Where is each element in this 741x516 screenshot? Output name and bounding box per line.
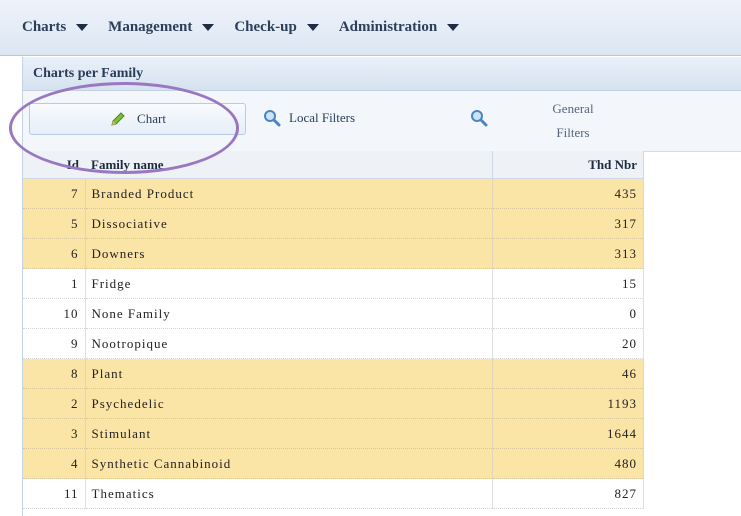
cell-thd-nbr: 313 <box>492 238 644 269</box>
cell-family-name: Psychedelic <box>85 388 493 419</box>
cell-thd-nbr: 20 <box>492 328 644 359</box>
cell-id: 8 <box>23 358 86 389</box>
caret-down-icon <box>447 24 460 31</box>
table-row[interactable]: 10 None Family 0 <box>23 298 644 329</box>
cell-family-name: Stimulant <box>85 418 493 449</box>
menu-administration-label: Administration <box>338 19 438 35</box>
cell-id: 10 <box>23 298 86 329</box>
cell-family-name: Dissociative <box>85 208 493 239</box>
cell-thd-nbr: 1644 <box>492 418 644 449</box>
general-filters-button[interactable]: General Filters <box>543 97 603 145</box>
charts-per-family-panel: Charts per Family Chart Local Filters Ge… <box>22 57 741 516</box>
cell-thd-nbr: 317 <box>492 208 644 239</box>
cell-id: 11 <box>23 478 86 509</box>
cell-id: 6 <box>23 238 86 269</box>
cell-family-name: Plant <box>85 358 493 389</box>
cell-family-name: Synthetic Cannabinoid <box>85 448 493 479</box>
family-table: Id Family name Thd Nbr 7 Branded Product 4… <box>23 151 644 509</box>
cell-family-name: Downers <box>85 238 493 269</box>
column-header-id[interactable]: Id <box>23 151 85 179</box>
table-row[interactable]: 9 Nootropique 20 <box>23 328 644 359</box>
cell-family-name: Branded Product <box>85 178 493 209</box>
local-filters-label: Local Filters <box>289 110 356 125</box>
menu-administration[interactable]: Administration <box>338 19 460 36</box>
toolbar: Chart Local Filters General Filters <box>23 91 741 152</box>
table-row[interactable]: 7 Branded Product 435 <box>23 178 644 209</box>
cell-thd-nbr: 0 <box>492 298 644 329</box>
table-row[interactable]: 1 Fridge 15 <box>23 268 644 299</box>
table-row[interactable]: 11 Thematics 827 <box>23 478 644 509</box>
table-row[interactable]: 2 Psychedelic 1193 <box>23 388 644 419</box>
search-icon <box>471 110 488 127</box>
menu-checkup-label: Check-up <box>234 19 297 35</box>
local-filters-button[interactable]: Local Filters <box>263 109 355 127</box>
menu-management-label: Management <box>108 19 193 35</box>
general-filters-icon-button[interactable] <box>470 109 488 132</box>
table-row[interactable]: 8 Plant 46 <box>23 358 644 389</box>
table-row[interactable]: 5 Dissociative 317 <box>23 208 644 239</box>
cell-id: 4 <box>23 448 86 479</box>
caret-down-icon <box>202 24 215 31</box>
menu-checkup[interactable]: Check-up <box>234 19 319 36</box>
panel-title: Charts per Family <box>23 57 741 91</box>
general-filters-label-line1: General <box>552 101 594 116</box>
cell-family-name: Thematics <box>85 478 493 509</box>
cell-family-name: None Family <box>85 298 493 329</box>
cell-id: 5 <box>23 208 86 239</box>
table-row[interactable]: 6 Downers 313 <box>23 238 644 269</box>
table-body: 7 Branded Product 435 5 Dissociative 317 6 Down… <box>23 178 644 509</box>
cell-thd-nbr: 46 <box>492 358 644 389</box>
cell-id: 1 <box>23 268 86 299</box>
pencil-icon <box>111 112 125 126</box>
cell-id: 2 <box>23 388 86 419</box>
table-row[interactable]: 3 Stimulant 1644 <box>23 418 644 449</box>
table-row[interactable]: 4 Synthetic Cannabinoid 480 <box>23 448 644 479</box>
cell-family-name: Nootropique <box>85 328 493 359</box>
cell-id: 7 <box>23 178 86 209</box>
cell-thd-nbr: 15 <box>492 268 644 299</box>
table-header-row: Id Family name Thd Nbr <box>23 151 644 179</box>
cell-thd-nbr: 827 <box>492 478 644 509</box>
menu-management[interactable]: Management <box>108 19 215 36</box>
cell-family-name: Fridge <box>85 268 493 299</box>
chart-button[interactable]: Chart <box>29 103 246 135</box>
menu-charts[interactable]: Charts <box>22 19 89 36</box>
menu-charts-label: Charts <box>22 19 67 35</box>
chart-button-label: Chart <box>137 111 166 126</box>
general-filters-label-line2: Filters <box>556 125 590 140</box>
cell-thd-nbr: 435 <box>492 178 644 209</box>
column-header-family-name[interactable]: Family name <box>85 151 493 179</box>
caret-down-icon <box>306 24 319 31</box>
cell-id: 9 <box>23 328 86 359</box>
column-header-thd-nbr[interactable]: Thd Nbr <box>492 151 644 179</box>
caret-down-icon <box>76 24 89 31</box>
cell-thd-nbr: 1193 <box>492 388 644 419</box>
search-icon <box>264 110 281 127</box>
menu-bar: Charts Management Check-up Administratio… <box>0 0 741 56</box>
cell-id: 3 <box>23 418 86 449</box>
cell-thd-nbr: 480 <box>492 448 644 479</box>
